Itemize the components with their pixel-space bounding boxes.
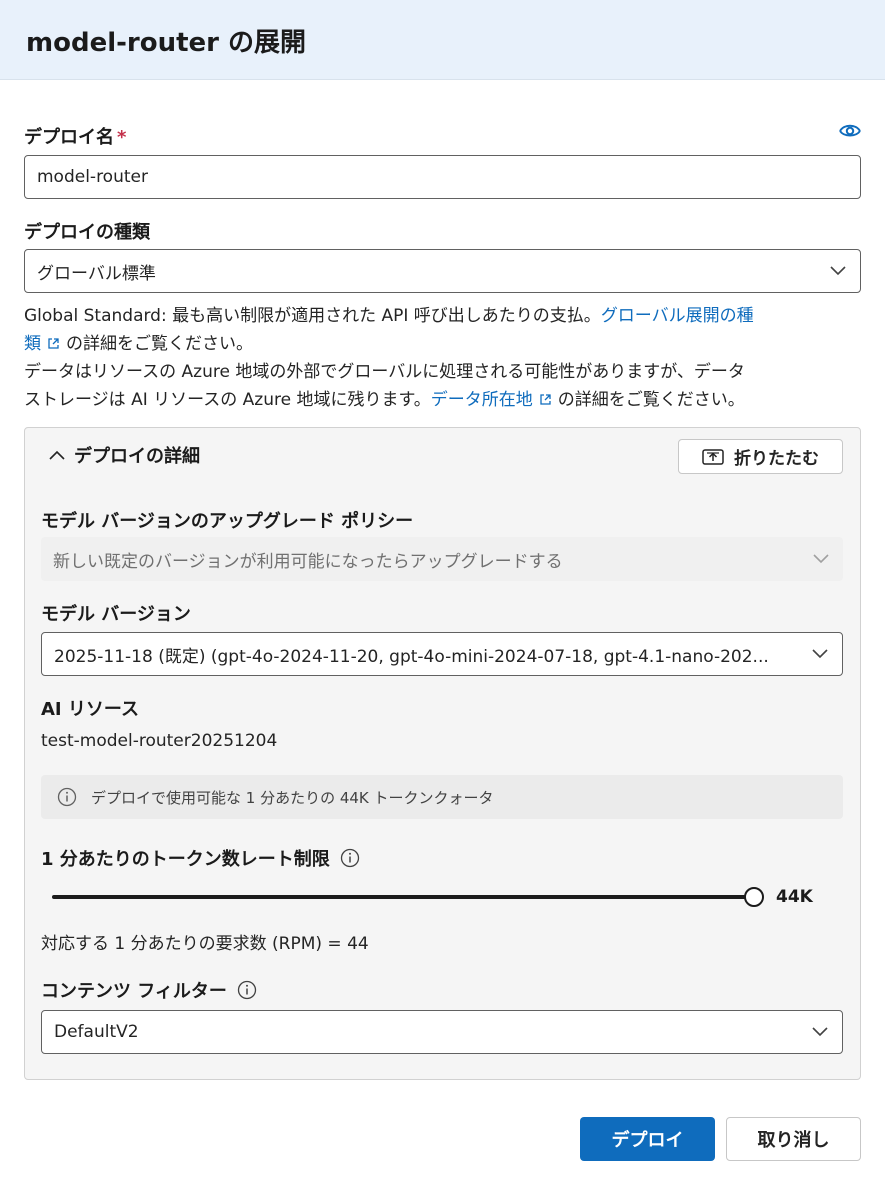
deploy-name-label: デプロイ名 *	[24, 123, 126, 149]
chevron-down-icon	[812, 1027, 828, 1037]
global-deploy-types-link-cont[interactable]: 類	[24, 334, 41, 354]
deploy-type-description-line1: Global Standard: 最も高い制限が適用された API 呼び出しあた…	[24, 302, 754, 330]
deploy-button[interactable]: デプロイ	[580, 1117, 715, 1161]
collapse-label: 折りたたむ	[734, 449, 819, 469]
deploy-type-description-line3: データはリソースの Azure 地域の外部でグローバルに処理される可能性がありま…	[24, 362, 745, 382]
ai-resource-label: AI リソース	[41, 699, 139, 720]
info-icon[interactable]	[237, 980, 257, 1000]
deploy-name-value: model-router	[37, 167, 148, 187]
eye-icon[interactable]	[838, 122, 862, 140]
rate-limit-slider-track[interactable]	[52, 895, 754, 899]
deploy-type-description-line2: 類 の詳細をご覧ください。	[24, 330, 253, 358]
upgrade-policy-dropdown: 新しい既定のバージョンが利用可能になったらアップグレードする	[41, 537, 843, 581]
desc-text-2: の詳細をご覧ください。	[66, 334, 253, 354]
deploy-type-dropdown[interactable]: グローバル標準	[24, 249, 861, 293]
content-filter-label-text: コンテンツ フィルター	[41, 981, 227, 1002]
deploy-type-value: グローバル標準	[37, 263, 156, 284]
quota-info-text: デプロイで使用可能な 1 分あたりの 44K トークンクォータ	[91, 788, 494, 807]
collapse-button[interactable]: 折りたたむ	[678, 439, 843, 474]
ai-resource-value: test-model-router20251204	[41, 731, 278, 751]
external-link-icon	[48, 338, 59, 349]
chevron-down-icon	[812, 649, 828, 659]
deploy-type-description-line4: ストレージは AI リソースの Azure 地域に残ります。データ所在地 の詳細を…	[24, 386, 745, 414]
quota-info-box: デプロイで使用可能な 1 分あたりの 44K トークンクォータ	[41, 775, 843, 819]
dialog-title: model-router の展開	[26, 28, 307, 58]
content-filter-label: コンテンツ フィルター	[41, 977, 257, 1003]
deploy-details-toggle[interactable]: デプロイの詳細	[48, 442, 200, 468]
cancel-button[interactable]: 取り消し	[726, 1117, 861, 1161]
model-version-dropdown[interactable]: 2025-11-18 (既定) (gpt-4o-2024-11-20, gpt-…	[41, 632, 843, 676]
data-residency-link[interactable]: データ所在地	[431, 390, 533, 410]
chevron-down-icon	[813, 554, 829, 564]
info-icon	[57, 787, 77, 807]
model-version-value: 2025-11-18 (既定) (gpt-4o-2024-11-20, gpt-…	[54, 646, 769, 667]
content-filter-dropdown[interactable]: DefaultV2	[41, 1010, 843, 1054]
external-link-icon	[540, 394, 551, 405]
deploy-type-label: デプロイの種類	[24, 222, 150, 243]
desc-text-4-suffix: の詳細をご覧ください。	[557, 390, 745, 410]
chevron-up-icon	[49, 450, 65, 460]
upgrade-policy-label: モデル バージョンのアップグレード ポリシー	[41, 511, 414, 532]
required-mark: *	[117, 127, 127, 148]
global-deploy-types-link[interactable]: グローバル展開の種	[601, 306, 754, 326]
collapse-icon	[702, 448, 724, 465]
chevron-down-icon	[830, 266, 846, 276]
desc-text-4: ストレージは AI リソースの Azure 地域に残ります。	[24, 390, 431, 410]
desc-text-1: Global Standard: 最も高い制限が適用された API 呼び出しあた…	[24, 306, 601, 326]
deploy-details-title: デプロイの詳細	[74, 446, 200, 467]
rate-limit-label-text: 1 分あたりのトークン数レート制限	[41, 849, 330, 870]
info-icon[interactable]	[340, 848, 360, 868]
rate-limit-value: 44K	[776, 887, 813, 907]
content-filter-value: DefaultV2	[54, 1022, 139, 1042]
dialog-header: model-router の展開	[0, 0, 885, 80]
rpm-text: 対応する 1 分あたりの要求数 (RPM) = 44	[41, 934, 369, 954]
upgrade-policy-value: 新しい既定のバージョンが利用可能になったらアップグレードする	[53, 551, 563, 572]
rate-limit-label: 1 分あたりのトークン数レート制限	[41, 845, 360, 871]
deploy-name-input[interactable]: model-router	[24, 155, 861, 199]
deploy-name-label-text: デプロイ名	[24, 127, 114, 148]
rate-limit-slider-thumb[interactable]	[744, 887, 764, 907]
model-version-label: モデル バージョン	[41, 604, 191, 625]
